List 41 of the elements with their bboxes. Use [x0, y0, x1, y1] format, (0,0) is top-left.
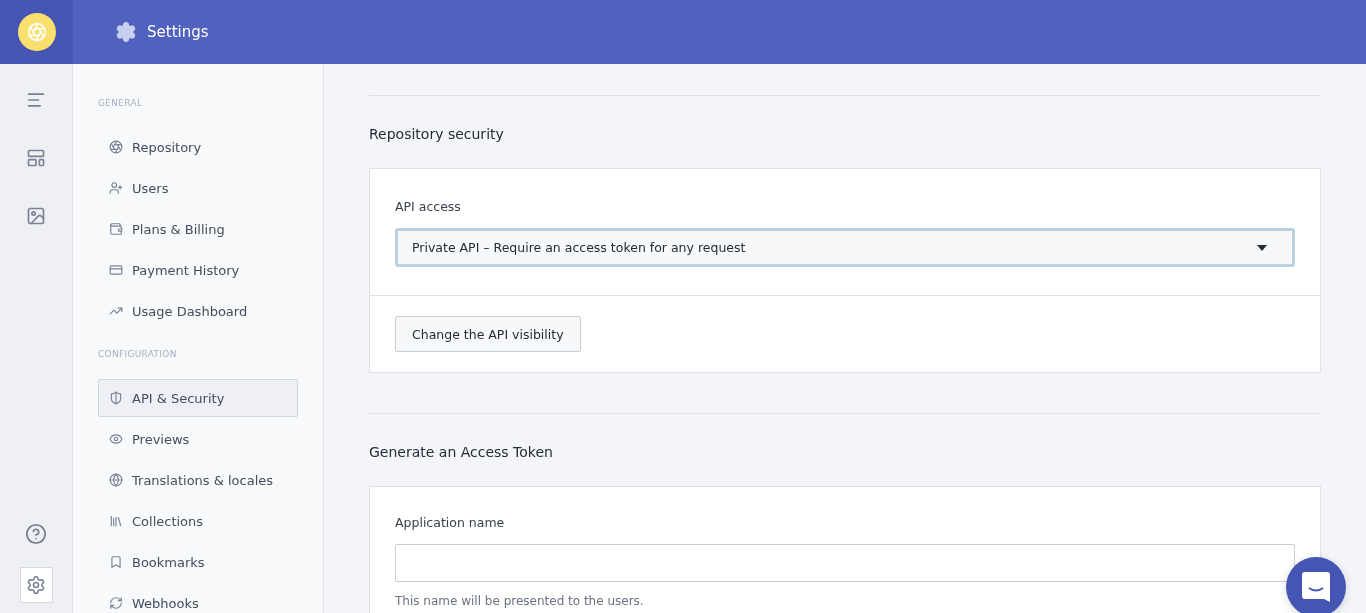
change-visibility-button[interactable]: Change the API visibility: [395, 316, 581, 352]
globe-icon: [109, 473, 123, 487]
nav-item[interactable]: Previews: [98, 420, 298, 458]
nav-item[interactable]: Repository: [98, 128, 298, 166]
nav-item[interactable]: Plans & Billing: [98, 210, 298, 248]
section-title: Repository security: [369, 126, 505, 142]
eye-icon: [109, 432, 123, 446]
field-label: Application name: [395, 515, 506, 530]
gear-icon: [26, 575, 46, 595]
nav-item[interactable]: Bookmarks: [98, 543, 298, 581]
nav-item[interactable]: API & Security: [98, 379, 298, 417]
image-icon[interactable]: [26, 206, 46, 226]
refresh-icon: [109, 596, 123, 610]
layout-icon[interactable]: [26, 148, 46, 168]
add-user-icon: [109, 181, 123, 195]
shield-icon: [109, 391, 123, 405]
field-label: API access: [395, 199, 462, 214]
section-title: Generate an Access Token: [369, 444, 554, 460]
nav-item[interactable]: Translations & locales: [98, 461, 298, 499]
caret-icon: [1257, 244, 1267, 251]
nav-item[interactable]: Collections: [98, 502, 298, 540]
nav-item[interactable]: Users: [98, 169, 298, 207]
credit-card-icon: [109, 263, 123, 277]
field-hint: This name will be presented to the users.: [395, 594, 645, 608]
help-icon[interactable]: [25, 523, 47, 545]
nav-item[interactable]: Webhooks: [98, 584, 298, 613]
collections-icon: [109, 514, 123, 528]
header-title: Settings: [147, 23, 209, 41]
nav-item[interactable]: Usage Dashboard: [98, 292, 298, 330]
logo-icon[interactable]: [17, 13, 56, 51]
chat-icon: [1302, 572, 1330, 602]
settings-button[interactable]: [19, 567, 53, 603]
bookmark-icon: [109, 555, 123, 569]
chat-button[interactable]: [1286, 557, 1346, 613]
wallet-icon: [109, 222, 123, 236]
section-heading: CONFIGURATION: [98, 349, 178, 359]
section-heading: GENERAL: [98, 98, 144, 108]
nav-item[interactable]: Payment History: [98, 251, 298, 289]
input-field[interactable]: [395, 544, 1295, 582]
document-list-icon[interactable]: [26, 90, 46, 110]
api-access-select[interactable]: Private API – Require an access token for any request: [395, 228, 1295, 267]
